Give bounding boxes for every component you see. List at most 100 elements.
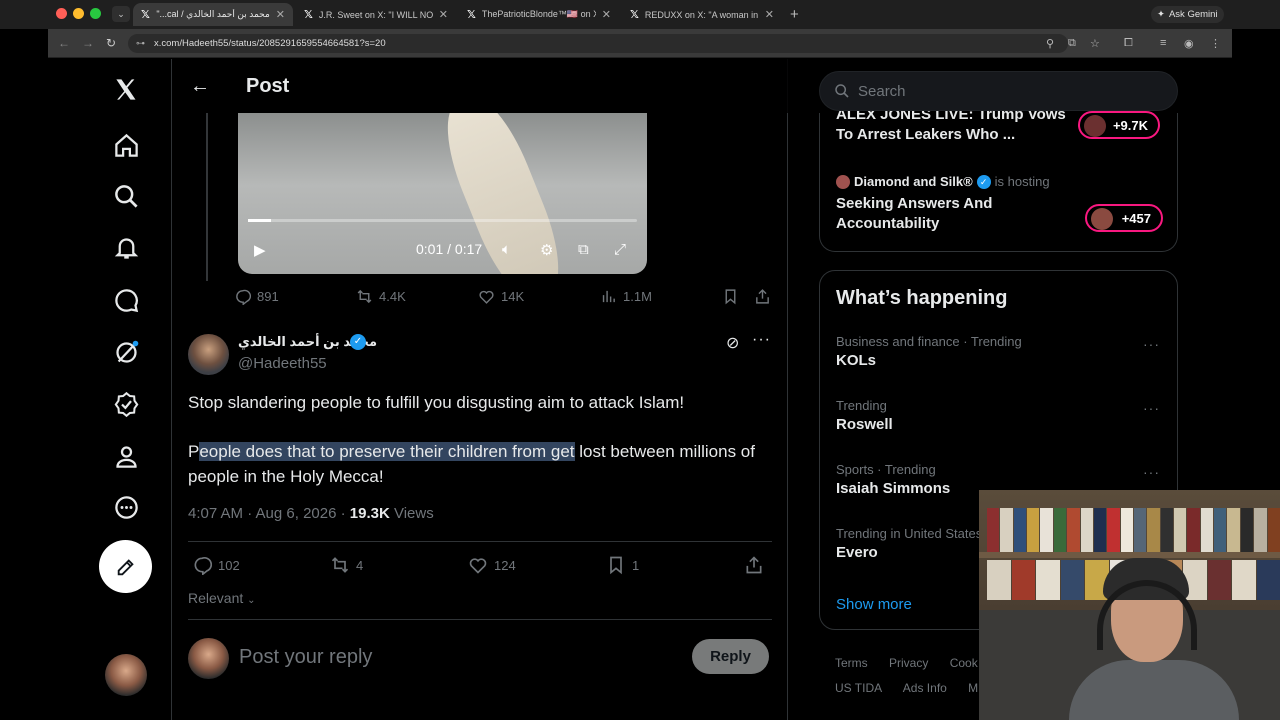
compose-feather-icon — [117, 558, 134, 575]
browser-tab-4[interactable]: 𝕏 REDUXX on X: "A woman in B ✕ — [622, 3, 782, 26]
account-avatar[interactable] — [105, 654, 147, 696]
post-timestamp[interactable]: 4:07 AM · Aug 6, 2026 · — [188, 505, 350, 522]
reading-list-icon[interactable]: ≡ — [1160, 37, 1166, 49]
selected-text: eople does that to preserve their childr… — [199, 442, 575, 461]
views-chart-icon — [602, 290, 615, 303]
share-button[interactable] — [754, 288, 771, 305]
browser-tab-2[interactable]: 𝕏 J.R. Sweet on X: "I WILL NOT ✕ — [296, 3, 456, 26]
like-button[interactable]: 124 — [468, 555, 516, 575]
footer-links: Terms Privacy Cook US TIDA Ads Info M — [835, 651, 996, 701]
bookmark-icon — [725, 289, 736, 305]
volume-icon[interactable]: 🔈︎ — [502, 241, 511, 258]
space-title[interactable]: ALEX JONES LIVE: Trump Vows To Arrest Le… — [836, 105, 1066, 145]
picture-in-picture-icon[interactable]: ⧉ — [578, 241, 589, 258]
bookmark-button[interactable]: 1 — [606, 555, 639, 575]
back-arrow-icon[interactable]: ← — [58, 36, 70, 50]
home-icon[interactable] — [100, 125, 152, 165]
x-favicon-icon: 𝕏 — [304, 9, 313, 21]
address-toolbar: ← → ↻ ⊶ x.com/Hadeeth55/status/208529165… — [48, 29, 1232, 58]
post-views-count: 19.3K — [349, 505, 390, 522]
tab-search-button[interactable]: ⌄ — [112, 6, 130, 22]
footer-link[interactable]: M — [968, 681, 978, 695]
fullscreen-icon[interactable]: ⤢ — [614, 241, 626, 258]
forward-arrow-icon[interactable]: → — [82, 36, 94, 50]
minimize-window-button[interactable] — [73, 8, 84, 19]
reply-sort-dropdown[interactable]: Relevant ⌄ — [188, 590, 256, 606]
grok-icon[interactable] — [100, 332, 152, 372]
footer-link[interactable]: Privacy — [889, 656, 928, 670]
repost-button[interactable]: 4.4K — [356, 288, 406, 305]
show-more-link[interactable]: Show more — [836, 596, 912, 613]
close-tab-icon[interactable]: ✕ — [602, 8, 611, 21]
footer-link[interactable]: Ads Info — [903, 681, 947, 695]
ask-gemini-button[interactable]: ✦ Ask Gemini — [1151, 6, 1224, 23]
reply-submit-button[interactable]: Reply — [692, 639, 769, 674]
host-avatar — [836, 174, 850, 189]
reply-input[interactable]: Post your reply — [239, 646, 372, 669]
close-tab-icon[interactable]: ✕ — [765, 8, 774, 21]
like-button[interactable]: 14K — [478, 288, 524, 305]
browser-menu-icon[interactable]: ⋮ — [1210, 37, 1221, 50]
author-handle[interactable]: @Hadeeth55 — [238, 355, 327, 372]
footer-link[interactable]: US TIDA — [835, 681, 882, 695]
space-listeners-pill[interactable]: +9.7K — [1078, 111, 1160, 139]
reply-icon — [236, 289, 251, 305]
trend-context: Sports · Trending — [836, 462, 936, 477]
space-title[interactable]: Seeking Answers And Accountability — [836, 194, 1066, 234]
back-arrow-icon[interactable]: ← — [190, 75, 210, 98]
footer-link[interactable]: Cook — [950, 656, 978, 670]
reply-button[interactable]: 102 — [192, 555, 240, 575]
settings-gear-icon[interactable]: ⚙ — [540, 241, 553, 259]
explore-search-icon[interactable] — [100, 176, 152, 216]
reply-button[interactable]: 891 — [234, 288, 279, 305]
install-app-icon[interactable]: ⧉ — [1068, 37, 1076, 50]
url-field[interactable]: ⊶ x.com/Hadeeth55/status/208529165955466… — [128, 34, 1068, 53]
repost-button[interactable]: 4 — [330, 555, 363, 575]
trend-more-icon[interactable]: ··· — [1143, 400, 1160, 416]
footer-link[interactable]: Terms — [835, 656, 868, 670]
browser-tab-1[interactable]: 𝕏 محمد بن أحمد الخالدي / X "...cal!" ✕ — [133, 3, 293, 26]
more-options-icon[interactable]: ··· — [752, 331, 771, 349]
new-tab-button[interactable]: + — [790, 6, 799, 23]
page-title: Post — [246, 75, 290, 97]
search-input[interactable]: Search — [819, 71, 1178, 111]
compose-post-button[interactable] — [99, 540, 152, 593]
notifications-bell-icon[interactable] — [100, 228, 152, 268]
post-text: Stop slandering people to fulfill you di… — [188, 390, 778, 513]
heart-icon — [469, 558, 487, 574]
zoom-icon[interactable]: ⚲ — [1046, 37, 1054, 50]
extensions-icon[interactable]: ⧠ — [1124, 37, 1133, 50]
profile-person-icon[interactable] — [100, 436, 152, 476]
trend-more-icon[interactable]: ··· — [1143, 464, 1160, 480]
profile-icon[interactable]: ◉ — [1184, 37, 1194, 50]
maximize-window-button[interactable] — [90, 8, 101, 19]
x-logo-icon[interactable] — [100, 69, 152, 109]
grok-explain-icon[interactable]: ⊘ — [726, 333, 739, 353]
share-button[interactable] — [744, 555, 764, 575]
space-listeners-pill[interactable]: +457 — [1085, 204, 1163, 232]
post-actions: 102 4 124 1 — [192, 555, 772, 577]
close-window-button[interactable] — [56, 8, 67, 19]
reload-icon[interactable]: ↻ — [106, 36, 116, 50]
site-info-icon[interactable]: ⊶ — [136, 34, 145, 53]
space-host: Diamond and Silk® ✓ is hosting — [836, 174, 1050, 189]
video-progress-bar[interactable] — [248, 219, 637, 222]
trend-item[interactable]: Business and finance · Trending KOLs ··· — [836, 334, 1166, 369]
bookmark-button[interactable] — [722, 288, 739, 305]
browser-tab-3[interactable]: 𝕏 ThePatrioticBlonde™🇺🇸 on X ✕ — [459, 3, 619, 26]
more-circle-icon[interactable] — [100, 487, 152, 527]
trend-item[interactable]: Trending Roswell ··· — [836, 398, 1166, 433]
trend-more-icon[interactable]: ··· — [1143, 336, 1160, 352]
play-icon[interactable]: ▶ — [254, 241, 266, 259]
share-icon — [746, 556, 762, 574]
views-button[interactable]: 1.1M — [600, 288, 652, 305]
ask-gemini-label: Ask Gemini — [1168, 9, 1218, 20]
video-player[interactable]: ▶ 0:01 / 0:17 🔈︎ ⚙ ⧉ ⤢ — [238, 113, 647, 274]
close-tab-icon[interactable]: ✕ — [276, 8, 285, 21]
host-name[interactable]: Diamond and Silk® — [854, 174, 973, 189]
author-avatar[interactable] — [188, 334, 229, 375]
bookmark-star-icon[interactable]: ☆ — [1090, 37, 1100, 50]
messages-icon[interactable] — [100, 280, 152, 320]
close-tab-icon[interactable]: ✕ — [439, 8, 448, 21]
verified-badge-icon[interactable] — [100, 384, 152, 424]
